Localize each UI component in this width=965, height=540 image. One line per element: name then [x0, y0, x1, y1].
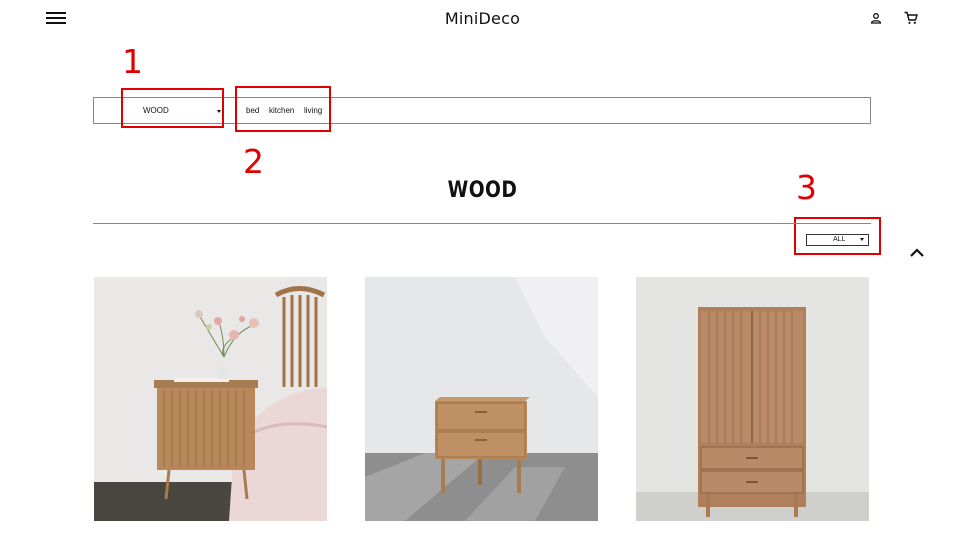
cart-icon[interactable] [904, 11, 918, 25]
brand-logo[interactable]: MiniDeco [0, 9, 965, 28]
product-image-2 [365, 277, 598, 521]
product-card-1[interactable] [94, 277, 327, 521]
page-title: WOOD [447, 178, 518, 203]
product-image-1 [94, 277, 327, 521]
product-image-3 [636, 277, 869, 521]
user-icon[interactable] [870, 12, 882, 24]
product-card-3[interactable] [636, 277, 869, 521]
sort-select[interactable]: ALL [806, 234, 869, 246]
scroll-top-chevron-up-icon[interactable] [909, 247, 925, 259]
annotation-number-2: 2 [243, 142, 264, 181]
annotation-number-1: 1 [122, 42, 143, 81]
product-card-2[interactable] [365, 277, 598, 521]
chevron-down-icon [860, 238, 864, 241]
annotation-box-1 [121, 88, 224, 128]
sort-select-value: ALL [833, 236, 846, 243]
annotation-box-2 [235, 86, 331, 132]
divider [93, 223, 871, 224]
